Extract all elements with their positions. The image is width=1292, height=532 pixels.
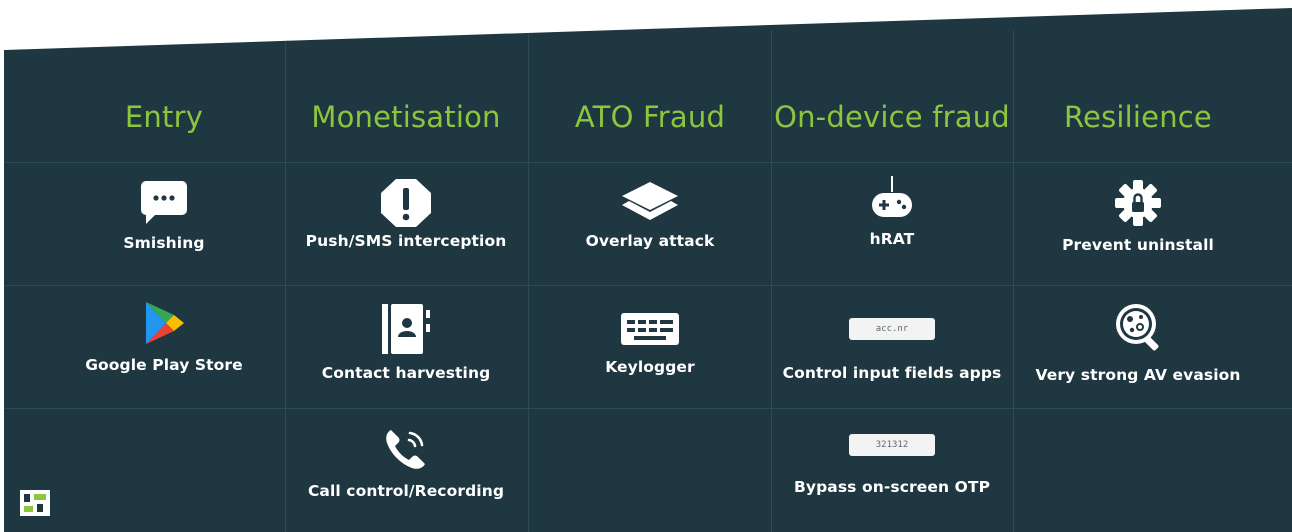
grid-line: [4, 162, 1292, 163]
grid-line: [4, 285, 1292, 286]
contact-book-icon: [382, 304, 430, 354]
google-play-icon: [146, 302, 184, 344]
matrix-cell-keylogger: Keylogger: [530, 312, 770, 376]
keyboard-icon: [621, 313, 679, 345]
item-label: Prevent uninstall: [1062, 236, 1214, 254]
column-header-on-device-fraud: On-device fraud: [774, 100, 1010, 134]
item-label: Bypass on-screen OTP: [793, 478, 991, 496]
item-label: Keylogger: [605, 358, 695, 376]
matrix-cell-control-input-fields: acc.nr Control input fields apps: [772, 290, 1012, 382]
item-label: Overlay attack: [585, 232, 715, 250]
phone-call-icon: [386, 430, 425, 469]
item-label: Call control/Recording: [307, 482, 505, 500]
item-label: Smishing: [123, 234, 205, 252]
item-label: Push/SMS interception: [305, 232, 507, 250]
item-label: Very strong AV evasion: [1035, 366, 1241, 384]
layers-icon: [622, 182, 678, 220]
gear-lock-icon: [1115, 180, 1161, 226]
capability-matrix-panel: Entry Monetisation ATO Fraud On-device f…: [4, 8, 1292, 532]
item-label: Contact harvesting: [321, 364, 491, 382]
matrix-cell-google-play-store: Google Play Store: [44, 300, 284, 374]
grid-line: [1013, 30, 1014, 532]
otp-field-icon: 321312: [849, 434, 935, 456]
matrix-cell-contact-harvesting: Contact harvesting: [286, 302, 526, 382]
column-header-entry: Entry: [124, 100, 204, 134]
column-header-ato-fraud: ATO Fraud: [574, 100, 726, 134]
item-label: Control input fields apps: [782, 364, 1002, 382]
matrix-cell-hrat: hRAT: [772, 174, 1012, 248]
chat-bubble-icon: [141, 181, 187, 224]
grid-line: [4, 408, 1292, 409]
column-header-resilience: Resilience: [1064, 100, 1212, 134]
input-field-icon: acc.nr: [849, 318, 935, 340]
matrix-cell-av-evasion: Very strong AV evasion: [1018, 300, 1258, 384]
grid-line: [528, 30, 529, 532]
matrix-cell-call-control-recording: Call control/Recording: [286, 424, 526, 500]
virus-magnifier-icon: [1116, 304, 1159, 351]
game-controller-icon: [872, 176, 912, 217]
matrix-cell-smishing: Smishing: [44, 178, 284, 252]
matrix-cell-bypass-otp: 321312 Bypass on-screen OTP: [772, 406, 1012, 496]
matrix-cell-prevent-uninstall: Prevent uninstall: [1018, 178, 1258, 254]
exclamation-octagon-icon: [381, 179, 431, 227]
item-label: Google Play Store: [85, 356, 243, 374]
matrix-cell-overlay-attack: Overlay attack: [530, 180, 770, 250]
column-header-monetisation: Monetisation: [311, 100, 501, 134]
page: Entry Monetisation ATO Fraud On-device f…: [0, 0, 1292, 532]
matrix-cell-push-sms-interception: Push/SMS interception: [286, 178, 526, 250]
brand-logo-icon: [20, 490, 50, 516]
item-label: hRAT: [869, 230, 915, 248]
